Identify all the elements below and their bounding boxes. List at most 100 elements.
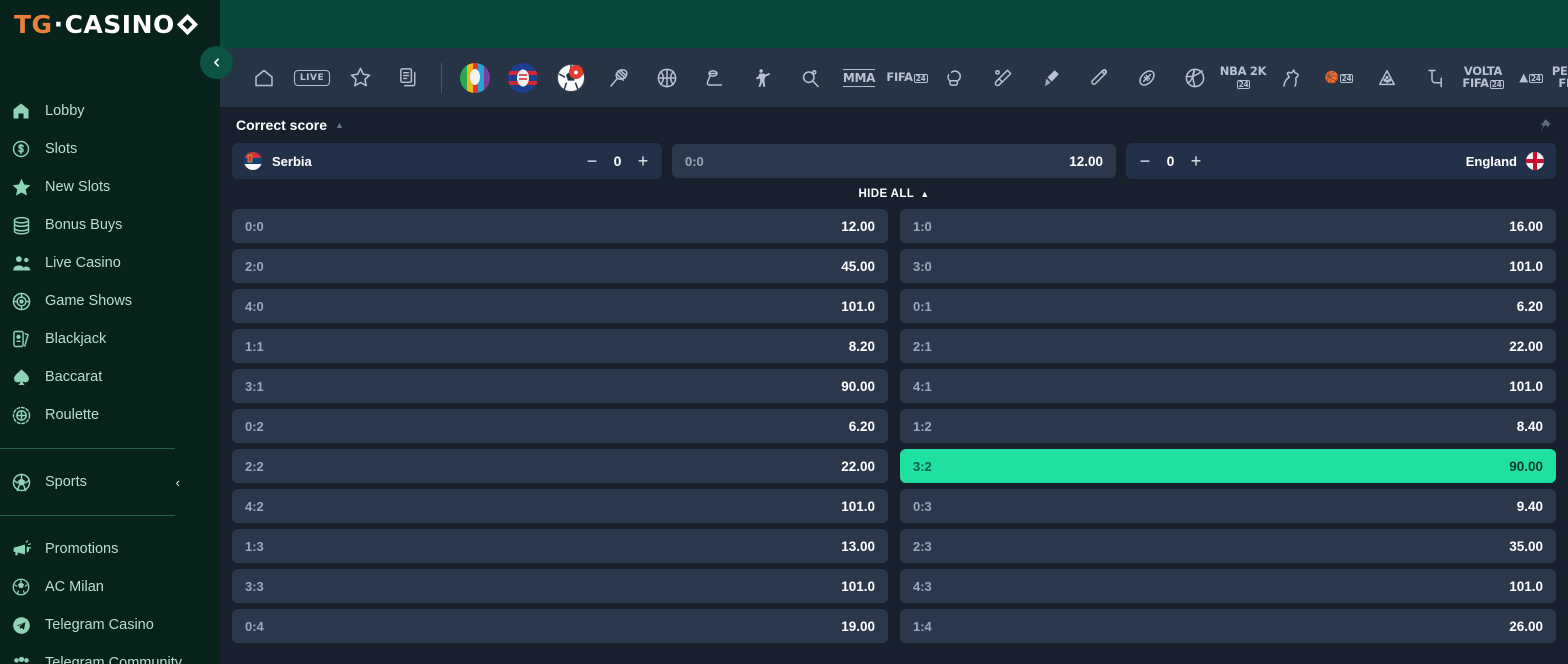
odds-score-label: 3:3 xyxy=(245,578,264,594)
cricket-icon[interactable] xyxy=(979,57,1027,99)
sidebar-item-live-casino[interactable]: Live Casino xyxy=(0,244,220,282)
euro-2024-icon[interactable] xyxy=(451,57,499,99)
odds-row[interactable]: 4:0 101.0 xyxy=(232,289,888,323)
nba-2k24-icon[interactable]: NBA 2K24 xyxy=(1219,57,1267,99)
sidebar-item-telegram-casino[interactable]: Telegram Casino xyxy=(0,606,220,644)
odds-row[interactable]: 3:2 90.00 xyxy=(900,449,1556,483)
odds-value: 101.0 xyxy=(1509,378,1543,394)
telegram-icon xyxy=(6,614,36,636)
sidebar-item-sports[interactable]: Sports ‹ xyxy=(0,463,220,501)
fifa-24-icon[interactable]: FIFA 24 xyxy=(883,57,931,99)
sidebar-item-promotions[interactable]: Promotions xyxy=(0,530,220,568)
odds-value: 9.40 xyxy=(1516,498,1543,514)
boxing-icon[interactable] xyxy=(931,57,979,99)
esports-shooter-icon[interactable] xyxy=(739,57,787,99)
odds-value: 12.00 xyxy=(841,218,875,234)
mma-icon[interactable]: MMA xyxy=(835,57,883,99)
away-increment-button[interactable]: + xyxy=(1189,152,1203,170)
selected-score-label: 0:0 xyxy=(685,153,704,169)
table-tennis-icon[interactable] xyxy=(787,57,835,99)
odds-row[interactable]: 1:0 16.00 xyxy=(900,209,1556,243)
group-icon xyxy=(6,652,36,664)
odds-row[interactable]: 0:2 6.20 xyxy=(232,409,888,443)
sidebar-item-game-shows[interactable]: Game Shows xyxy=(0,282,220,320)
home-increment-button[interactable]: + xyxy=(636,152,650,170)
odds-row[interactable]: 3:0 101.0 xyxy=(900,249,1556,283)
sidebar-item-ac-milan[interactable]: AC Milan xyxy=(0,568,220,606)
volleyball-icon[interactable] xyxy=(1171,57,1219,99)
sidebar-collapse-button[interactable] xyxy=(200,46,233,79)
odds-row[interactable]: 1:3 13.00 xyxy=(232,529,888,563)
penalty-fifa-icon-label: PENALTY FIFA xyxy=(1551,64,1568,90)
brand-diamond-icon xyxy=(176,13,198,35)
odds-row[interactable]: 1:4 26.00 xyxy=(900,609,1556,643)
main-area: LIVE ● MMA FIFA 24 NBA 2K24 🏀 24 VOLTA FIFA 24 ▲… xyxy=(220,0,1568,664)
brand-logo[interactable]: TG · CASINO xyxy=(0,0,220,48)
penalty-fifa-icon[interactable]: PENALTY FIFA24 xyxy=(1551,57,1568,99)
odds-score-label: 3:2 xyxy=(913,458,932,474)
sidebar-item-bonus-buys[interactable]: Bonus Buys xyxy=(0,206,220,244)
sidebar-item-slots[interactable]: Slots xyxy=(0,130,220,168)
sidebar-item-roulette[interactable]: Roulette xyxy=(0,396,220,434)
odds-row[interactable]: 0:0 12.00 xyxy=(232,209,888,243)
odds-row[interactable]: 1:2 8.40 xyxy=(900,409,1556,443)
fifa-pro-clubs-24-icon-year: 24 xyxy=(1528,73,1543,84)
sidebar-item-lobby[interactable]: Lobby xyxy=(0,92,220,130)
basketball-2k24-icon[interactable]: 🏀 24 xyxy=(1315,57,1363,99)
basketball-icon[interactable] xyxy=(643,57,691,99)
american-football-icon[interactable] xyxy=(1123,57,1171,99)
copa-america-icon[interactable] xyxy=(499,57,547,99)
odds-score-label: 2:1 xyxy=(913,338,932,354)
odds-score-label: 2:0 xyxy=(245,258,264,274)
badminton-icon[interactable] xyxy=(1027,57,1075,99)
bet-slip-icon[interactable] xyxy=(384,57,432,99)
pin-icon[interactable] xyxy=(1537,118,1552,133)
sidebar: TG · CASINO Lobby Slots New Slots Bonus Buys L… xyxy=(0,0,220,664)
fifa-pro-clubs-24-icon-label: ▲ xyxy=(1519,69,1528,84)
sidebar-item-new-slots[interactable]: New Slots xyxy=(0,168,220,206)
sidebar-item-telegram-community[interactable]: Telegram Community xyxy=(0,644,220,664)
odds-row[interactable]: 2:0 45.00 xyxy=(232,249,888,283)
lacrosse-icon[interactable] xyxy=(1411,57,1459,99)
fifa-24-icon-year: 24 xyxy=(913,73,928,84)
odds-row[interactable]: 3:3 101.0 xyxy=(232,569,888,603)
sidebar-item-label: Telegram Community xyxy=(45,655,182,664)
volta-fifa-24-icon[interactable]: VOLTA FIFA 24 xyxy=(1459,57,1507,99)
odds-row[interactable]: 4:1 101.0 xyxy=(900,369,1556,403)
euro-badge xyxy=(460,62,490,93)
tennis-icon[interactable] xyxy=(595,57,643,99)
horse-racing-icon[interactable] xyxy=(1267,57,1315,99)
ice-hockey-icon[interactable] xyxy=(691,57,739,99)
home-icon[interactable] xyxy=(240,57,288,99)
england-flag-icon xyxy=(1526,152,1544,170)
odds-row[interactable]: 0:3 9.40 xyxy=(900,489,1556,523)
soccer-ball-icon xyxy=(6,576,36,598)
home-decrement-button[interactable]: − xyxy=(585,152,599,170)
odds-row[interactable]: 4:2 101.0 xyxy=(232,489,888,523)
sidebar-item-blackjack[interactable]: Blackjack xyxy=(0,320,220,358)
fifa-pro-clubs-24-icon[interactable]: ▲ 24 xyxy=(1507,57,1555,99)
odds-row[interactable]: 1:1 8.20 xyxy=(232,329,888,363)
sidebar-item-baccarat[interactable]: Baccarat xyxy=(0,358,220,396)
darts-icon[interactable] xyxy=(1363,57,1411,99)
live-icon[interactable]: LIVE xyxy=(288,57,336,99)
roulette-chip-icon xyxy=(6,404,36,426)
odds-row[interactable]: 2:2 22.00 xyxy=(232,449,888,483)
baseball-icon[interactable] xyxy=(1075,57,1123,99)
odds-row[interactable]: 2:3 35.00 xyxy=(900,529,1556,563)
odds-row[interactable]: 0:1 6.20 xyxy=(900,289,1556,323)
brand-casino: CASINO xyxy=(64,9,175,39)
odds-value: 45.00 xyxy=(841,258,875,274)
collapse-caret-icon[interactable]: ▲ xyxy=(335,120,344,130)
hide-all-button[interactable]: HIDE ALL ▲ xyxy=(232,179,1556,209)
selected-score-combo[interactable]: 0:0 12.00 xyxy=(672,144,1116,178)
sidebar-expand-chevron-icon[interactable]: ‹ xyxy=(176,475,180,490)
away-decrement-button[interactable]: − xyxy=(1138,152,1152,170)
odds-row[interactable]: 0:4 19.00 xyxy=(232,609,888,643)
odds-row[interactable]: 2:1 22.00 xyxy=(900,329,1556,363)
odds-value: 13.00 xyxy=(841,538,875,554)
odds-row[interactable]: 4:3 101.0 xyxy=(900,569,1556,603)
star-icon[interactable] xyxy=(336,57,384,99)
football-hot-icon[interactable]: ● xyxy=(547,57,595,99)
odds-row[interactable]: 3:1 90.00 xyxy=(232,369,888,403)
